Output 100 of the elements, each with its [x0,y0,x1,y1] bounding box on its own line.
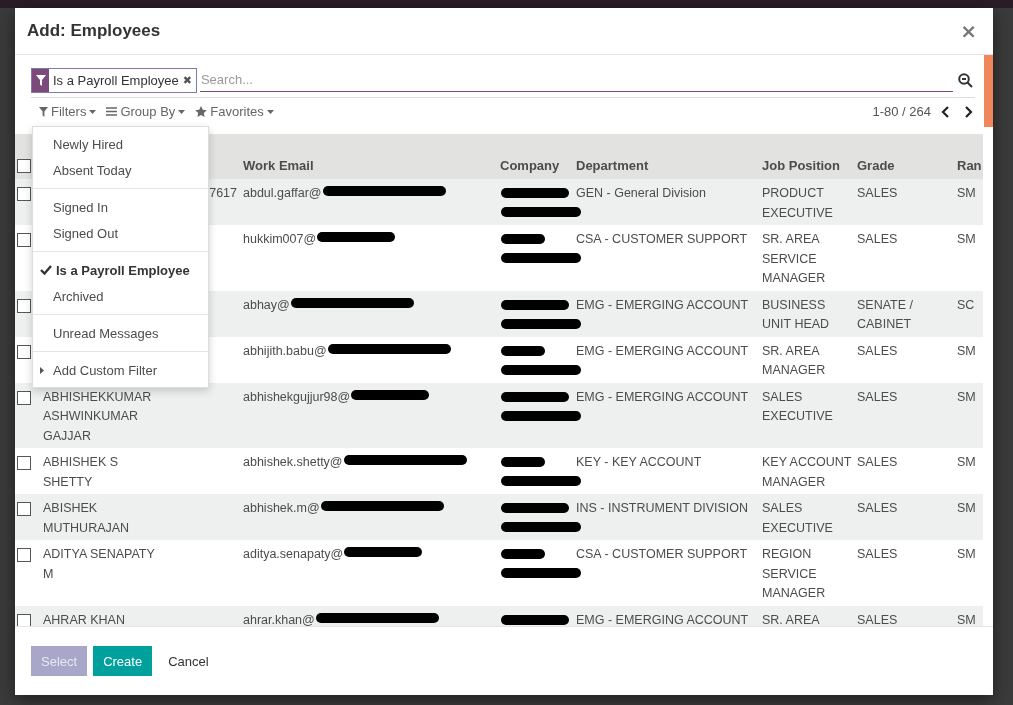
rank-cell-text: SM [957,611,976,626]
email-cell-text: abhishekgujjur98@ [243,388,351,406]
rank-cell-text: SM [957,185,976,202]
department-cell-text: GEN - General Division [576,185,706,202]
rank-cell-text: SM [957,342,976,360]
email-cell-text: abhishek.m@ [243,500,320,517]
grade-cell-text: SALES [857,611,899,626]
filter-icon [39,106,48,117]
scrollbar [984,55,993,127]
grade-cell-text: SALES [857,388,899,406]
rank-cell-text: SM [957,546,976,563]
cancel-button[interactable]: Cancel [158,646,219,676]
column-header[interactable]: Ran [957,158,982,173]
facet-label: Is a Payroll Employee [52,71,180,90]
grade-cell-text: SALES [857,454,899,471]
department-cell-text: KEY - KEY ACCOUNT [576,454,702,471]
search-button[interactable] [956,72,975,88]
job-position-cell-text: BUSINESS UNIT HEAD [762,296,831,333]
filters-button[interactable]: Filters [39,104,97,119]
filter-icon [35,74,46,86]
column-header[interactable]: Job Position [762,158,857,173]
filter-option[interactable]: Signed In [33,194,208,220]
grade-cell-text: SALES [857,500,899,517]
department-cell-text: INS - INSTRUMENT DIVISION [576,500,748,517]
department-cell-text: EMG - EMERGING ACCOUNT [576,611,749,626]
email-cell-text: abdul.gaffar@ [243,185,322,202]
department-cell-text: CSA - CUSTOMER SUPPORT [576,546,748,563]
grade-cell-text: SALES [857,342,899,360]
job-position-cell-text: PRODUCT EXECUTIVE [762,185,834,222]
dialog-title: Add: Employees [27,21,161,41]
list-icon [106,107,118,116]
row-checkbox[interactable] [17,502,31,516]
close-button[interactable]: × [956,19,981,43]
job-position-cell-text: KEY ACCOUNT MANAGER [762,454,853,491]
redaction-mark [500,232,546,246]
email-cell-text: hukkim007@ [243,231,317,248]
table-row[interactable]: ABHISHEKKUMAR ASHWINKUMAR GAJJAR abhishekgujjur98@ EMG - EMERGING ACCOUNT SALES EXECUTIVE SALES SM [15,382,983,448]
job-position-cell-text: SR. AREA MANAGER [762,342,827,379]
star-icon [195,106,208,117]
name-cell-text: ABISHEK MUTHURAJAN [43,500,131,537]
grade-cell-text: SALES [857,231,899,248]
column-header[interactable]: Grade [857,158,957,173]
name-cell-text: ABHISHEK S SHETTY [43,454,120,491]
email-cell-text: ahrar.khan@ [243,611,315,626]
table-row[interactable]: ABISHEK MUTHURAJAN abhishek.m@ INS - INSTRUMENT DIVISION SALES EXECUTIVE SALES SM [15,494,983,540]
row-checkbox[interactable] [17,298,31,313]
redaction-mark [500,343,546,358]
grade-cell-text: SENATE / CABINET [857,296,915,333]
group-by-button[interactable]: Group By [106,104,186,119]
rank-cell-text: SM [957,231,976,248]
job-position-cell-text: SR. AREA SERVICE MANAGER [762,231,827,287]
check-icon [40,265,52,275]
name-cell-text: ABHISHEKKUMAR ASHWINKUMAR GAJJAR [43,388,153,445]
name-cell-text: AHRAR KHAN [43,611,125,626]
department-cell-text: EMG - EMERGING ACCOUNT [576,342,749,360]
redaction-mark [500,455,546,469]
filter-option[interactable]: Newly Hired [33,131,208,157]
redaction-mark [500,501,570,515]
department-cell-text: EMG - EMERGING ACCOUNT [576,388,749,406]
row-checkbox[interactable] [17,187,31,201]
row-checkbox[interactable] [17,344,31,359]
department-cell-text: EMG - EMERGING ACCOUNT [576,296,749,314]
job-position-cell-text: SALES EXECUTIVE [762,388,834,425]
email-cell-text: abhay@ [243,296,290,314]
grade-cell-text: SALES [857,185,899,202]
department-cell-text: CSA - CUSTOMER SUPPORT [576,231,748,248]
row-checkbox[interactable] [17,233,31,247]
column-header[interactable]: Work Email [243,158,500,173]
row-checkbox[interactable] [17,613,31,626]
favorites-button[interactable]: Favorites [195,104,274,119]
email-cell-text: aditya.senapaty@ [243,546,344,563]
row-checkbox[interactable] [17,548,31,562]
job-position-cell-text: SR. AREA [762,611,821,626]
select-all-checkbox[interactable] [17,159,31,173]
filter-option[interactable]: Is a Payroll Employee [33,257,208,283]
redaction-mark [500,297,570,312]
grade-cell-text: SALES [857,546,899,563]
job-position-cell-text: SALES EXECUTIVE [762,500,834,537]
column-header[interactable]: Department [576,158,762,173]
rank-cell-text: SM [957,454,976,471]
remove-facet-button[interactable]: ✖ [182,68,196,92]
name-cell-text: 7617 [209,185,237,202]
name-cell-text: ADITYA SENAPATY M [43,546,156,583]
column-header[interactable]: Company [500,158,576,173]
redaction-mark [500,389,570,404]
caret-icon [40,366,44,374]
caret-icon [266,109,274,114]
email-cell-text: abhijith.babu@ [243,342,327,360]
rank-cell-text: SC [957,296,975,314]
redaction-mark [500,186,570,200]
caret-icon [89,109,97,114]
filter-option[interactable]: Add Custom Filter [33,357,208,383]
caret-icon [178,109,186,114]
table-row[interactable]: AHRAR KHAN ahrar.khan@ EMG - EMERGING ACCOUNT SR. AREA SALES SM [15,605,983,626]
row-checkbox[interactable] [17,390,31,405]
email-cell-text: abhishek.shetty@ [243,454,343,471]
pager-value: 1-80 / 264 [872,104,931,119]
redaction-mark [500,547,546,561]
redaction-mark [500,612,570,626]
row-checkbox[interactable] [17,456,31,470]
